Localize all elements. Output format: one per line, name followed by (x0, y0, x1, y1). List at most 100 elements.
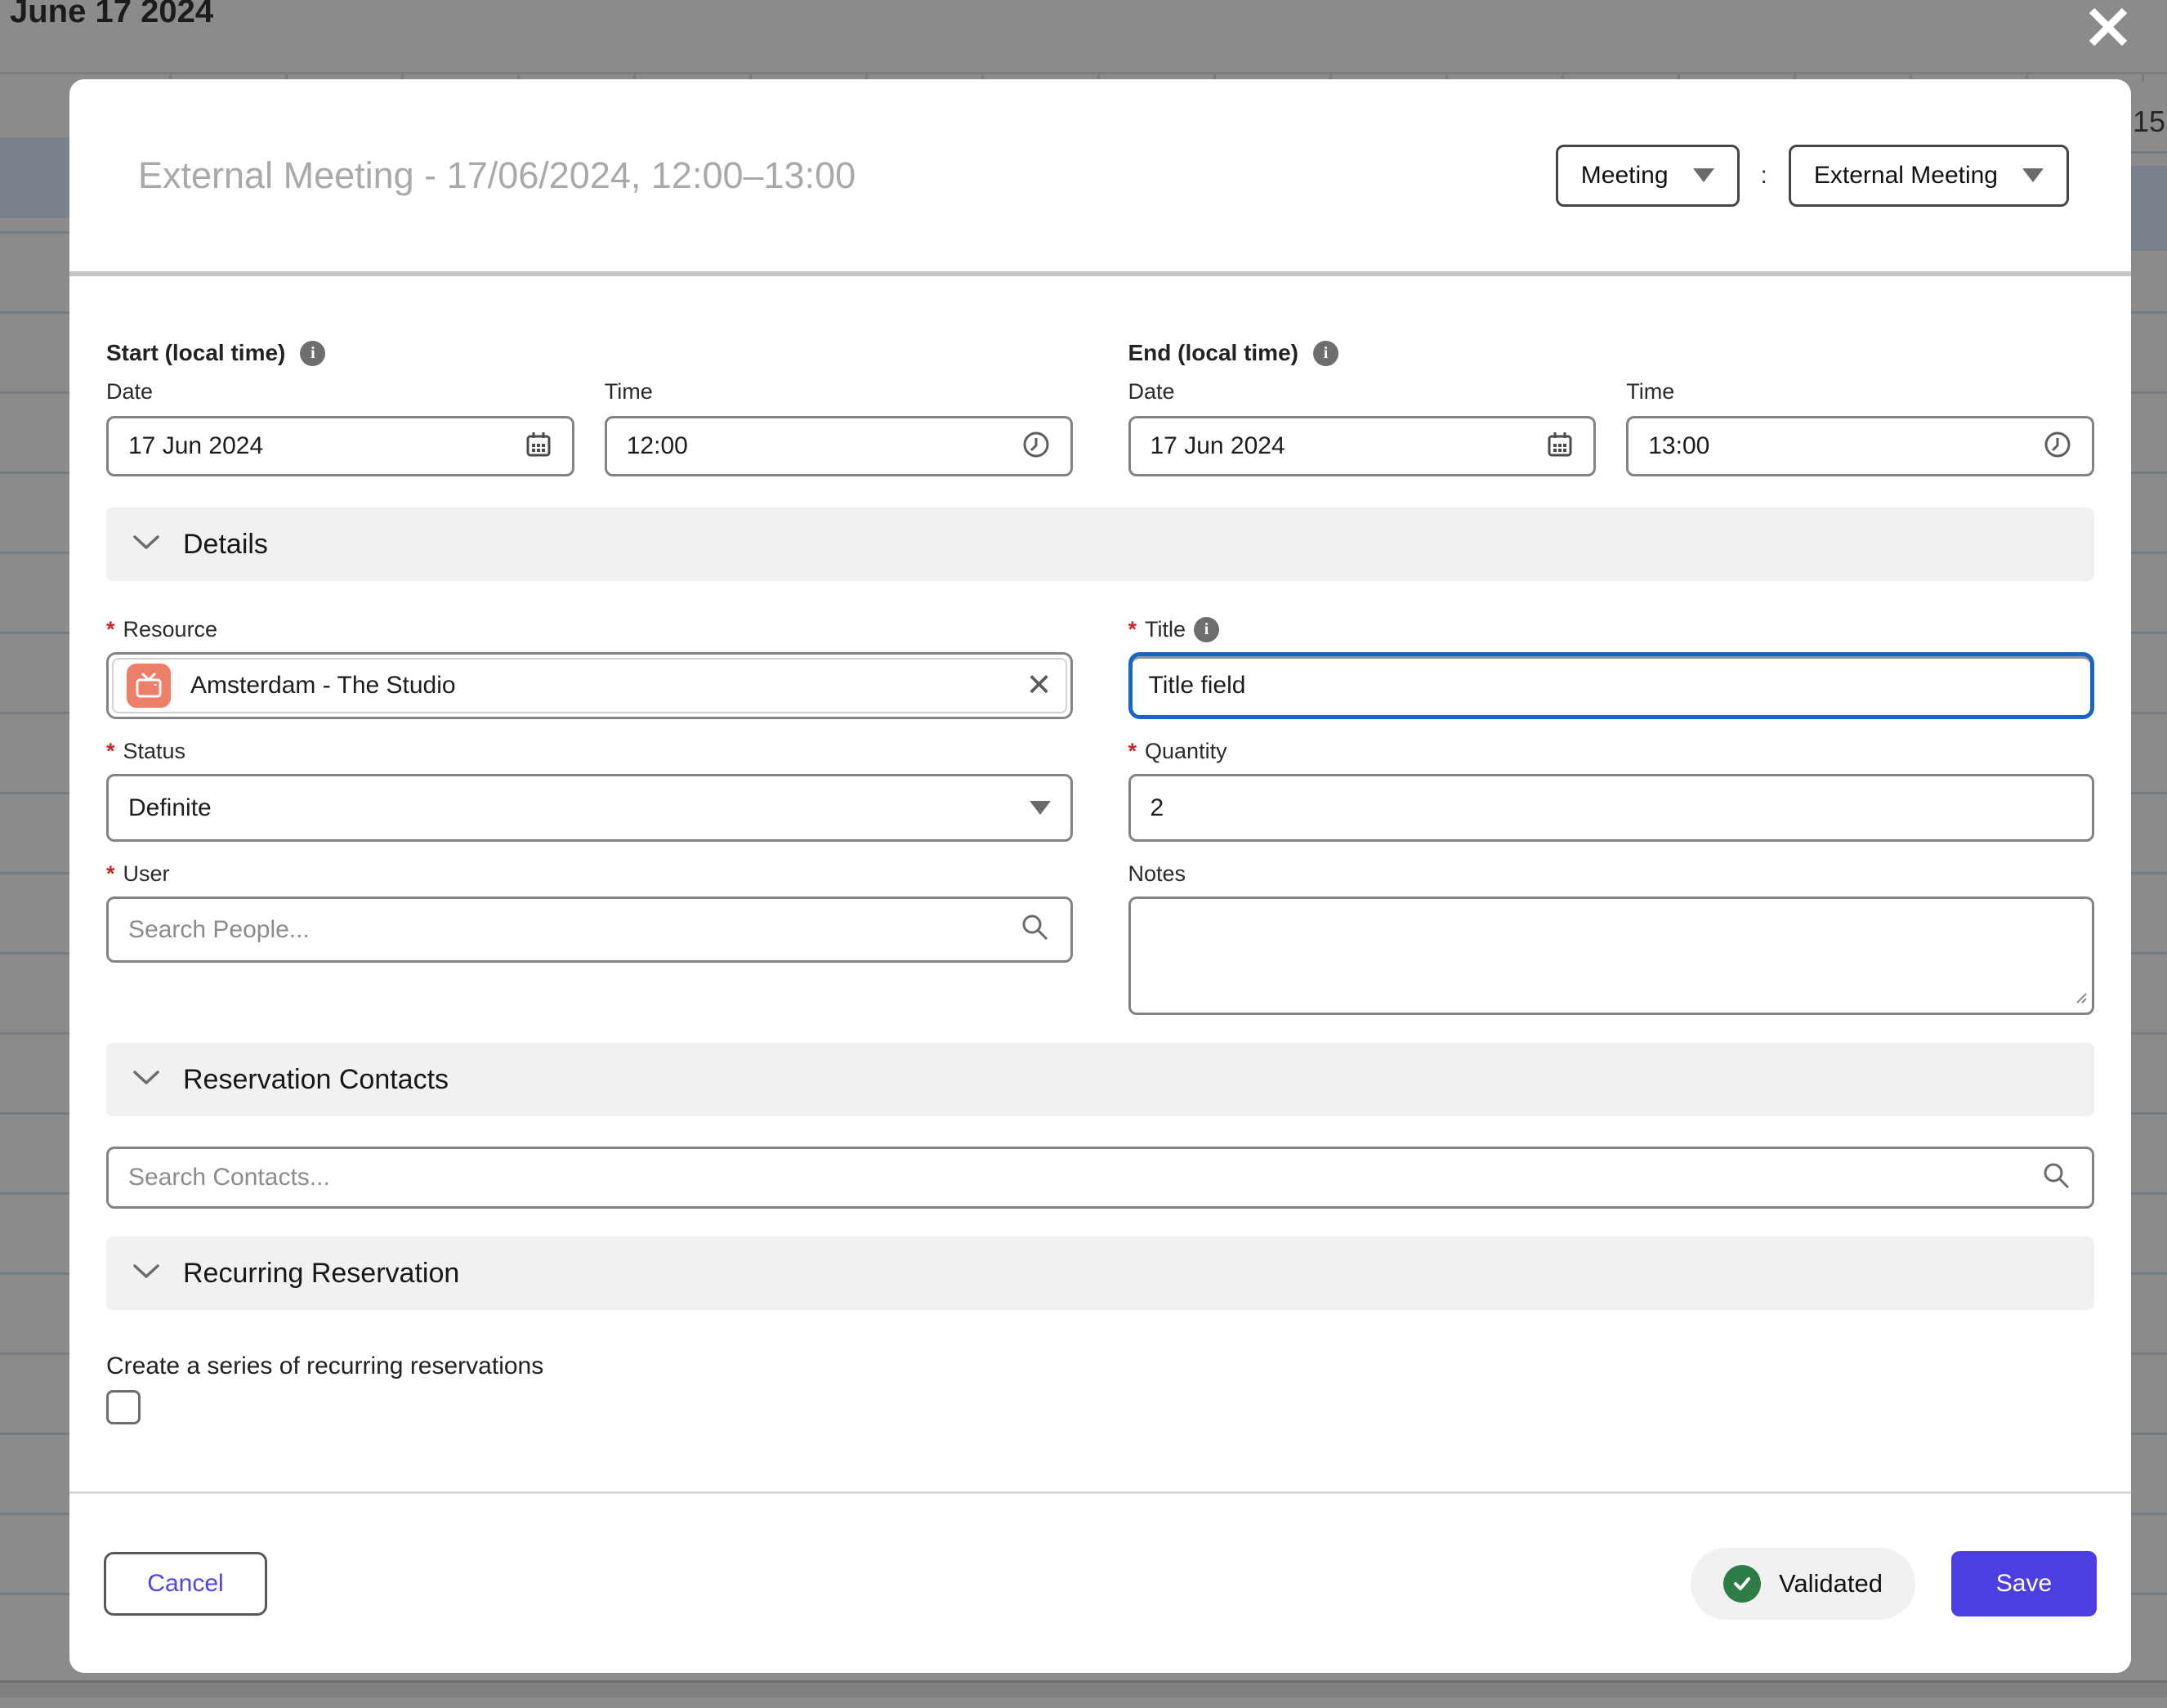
quantity-input[interactable] (1128, 774, 2095, 842)
close-icon (2085, 4, 2131, 52)
end-date-value[interactable] (1151, 432, 1530, 460)
clear-icon[interactable]: ✕ (1026, 670, 1052, 701)
user-label-row: * User (106, 861, 1073, 887)
notes-label: Notes (1128, 861, 1186, 887)
calendar-bottom-row (0, 1683, 2167, 1697)
recurring-checkbox[interactable] (106, 1390, 141, 1424)
calendar-day-number: 15 (2133, 105, 2165, 139)
title-input-focused[interactable] (1128, 652, 2095, 719)
end-date-input[interactable] (1128, 416, 1597, 476)
validated-badge: Validated (1691, 1548, 1915, 1620)
calendar-icon[interactable] (525, 431, 552, 463)
calendar-icon[interactable] (1546, 431, 1574, 463)
start-date-value[interactable] (128, 432, 508, 460)
section-title: Recurring Reservation (183, 1258, 459, 1290)
calendar-date-heading: June 17 2024 (10, 0, 213, 30)
required-marker: * (106, 861, 115, 887)
section-header-recurring-reservation[interactable]: Recurring Reservation (106, 1236, 2094, 1310)
chevron-down-icon (1693, 168, 1714, 182)
resource-label-row: * Resource (106, 617, 1073, 642)
resource-value: Amsterdam - The Studio (190, 672, 1007, 700)
status-label-row: * Status (106, 739, 1073, 764)
contacts-search-field[interactable] (128, 1164, 2025, 1192)
calendar-row-lines-left (0, 74, 69, 1673)
reservation-title-placeholder[interactable]: External Meeting - 17/06/2024, 12:00–13:… (138, 154, 1556, 197)
required-marker: * (1128, 617, 1137, 642)
chevron-down-icon (1030, 801, 1051, 815)
status-label: Status (123, 739, 186, 764)
details-left-column: * Resource Amsterd (106, 617, 1073, 963)
details-right-column: * Title i * Quantity Not (1128, 617, 2095, 1015)
end-date-field: Date (1128, 379, 1597, 476)
start-time-value[interactable] (627, 432, 1005, 460)
required-marker: * (106, 617, 115, 642)
section-header-details[interactable]: Details (106, 507, 2094, 581)
type-value-select[interactable]: External Meeting (1789, 145, 2069, 207)
info-icon[interactable]: i (1313, 341, 1338, 366)
search-icon (2041, 1160, 2072, 1196)
end-time-value[interactable] (1648, 432, 2026, 460)
start-label: Start (local time) (106, 340, 285, 366)
info-icon[interactable]: i (1194, 617, 1219, 642)
contacts-search-input[interactable] (106, 1147, 2094, 1209)
quantity-label-row: * Quantity (1128, 739, 2095, 764)
recurring-checkbox-label: Create a series of recurring reservation… (106, 1353, 2094, 1380)
clock-icon[interactable] (1021, 430, 1051, 463)
user-label: User (123, 861, 170, 887)
start-date-input[interactable] (106, 416, 574, 476)
info-icon[interactable]: i (300, 341, 325, 366)
status-select[interactable]: Definite (106, 774, 1073, 842)
reservation-dialog: External Meeting - 17/06/2024, 12:00–13:… (69, 79, 2131, 1673)
check-circle-icon (1723, 1565, 1761, 1603)
dialog-header: External Meeting - 17/06/2024, 12:00–13:… (69, 79, 2131, 271)
type-select-group: Meeting : External Meeting (1556, 145, 2069, 207)
start-group: Start (local time) i Date (106, 340, 1073, 476)
cancel-button[interactable]: Cancel (104, 1552, 267, 1616)
validated-text: Validated (1779, 1569, 1883, 1598)
user-search-field[interactable] (128, 916, 1003, 944)
chevron-down-icon (132, 1070, 160, 1090)
end-group: End (local time) i Date (1128, 340, 2095, 476)
datetime-row: Start (local time) i Date (106, 340, 2094, 476)
quantity-field[interactable] (1151, 794, 2073, 822)
dialog-footer: Cancel Validated Save (69, 1494, 2131, 1673)
user-search-input[interactable] (106, 896, 1073, 963)
chevron-down-icon (2022, 168, 2044, 182)
chevron-down-icon (132, 1263, 160, 1284)
resource-type-tv-icon (127, 664, 171, 708)
chevron-down-icon (132, 534, 160, 555)
resource-label: Resource (123, 617, 218, 642)
dialog-body: Start (local time) i Date (69, 276, 2131, 1491)
type-value-text: External Meeting (1814, 162, 1998, 190)
start-time-label: Time (605, 379, 1073, 405)
section-header-reservation-contacts[interactable]: Reservation Contacts (106, 1043, 2094, 1116)
save-button[interactable]: Save (1951, 1551, 2097, 1616)
required-marker: * (106, 739, 115, 764)
end-label: End (local time) (1128, 340, 1298, 366)
calendar-row-lines-right (2131, 74, 2167, 1673)
resource-input[interactable]: Amsterdam - The Studio ✕ (106, 652, 1073, 719)
type-category-select[interactable]: Meeting (1556, 145, 1740, 207)
status-value: Definite (128, 794, 1013, 822)
resize-grip-icon[interactable] (2072, 989, 2087, 1008)
end-date-label: Date (1128, 379, 1597, 405)
close-button[interactable] (2082, 2, 2134, 54)
search-icon (1020, 912, 1051, 947)
calendar-selected-row-left (0, 137, 69, 218)
end-time-input[interactable] (1626, 416, 2094, 476)
title-label-row: * Title i (1128, 617, 2095, 642)
clock-icon[interactable] (2043, 430, 2072, 463)
title-field[interactable] (1149, 672, 2075, 700)
notes-textarea[interactable] (1131, 899, 2093, 1013)
section-title: Reservation Contacts (183, 1064, 449, 1096)
section-title: Details (183, 529, 268, 561)
title-label: Title (1145, 617, 1186, 642)
start-time-field: Time (605, 379, 1073, 476)
calendar-selected-row-right (2131, 166, 2167, 251)
notes-label-row: Notes (1128, 861, 2095, 887)
start-time-input[interactable] (605, 416, 1073, 476)
type-separator: : (1761, 162, 1767, 190)
start-date-field: Date (106, 379, 574, 476)
screen: June 17 2024 15 External Meeting - 17/06… (0, 0, 2167, 1708)
quantity-label: Quantity (1145, 739, 1227, 764)
